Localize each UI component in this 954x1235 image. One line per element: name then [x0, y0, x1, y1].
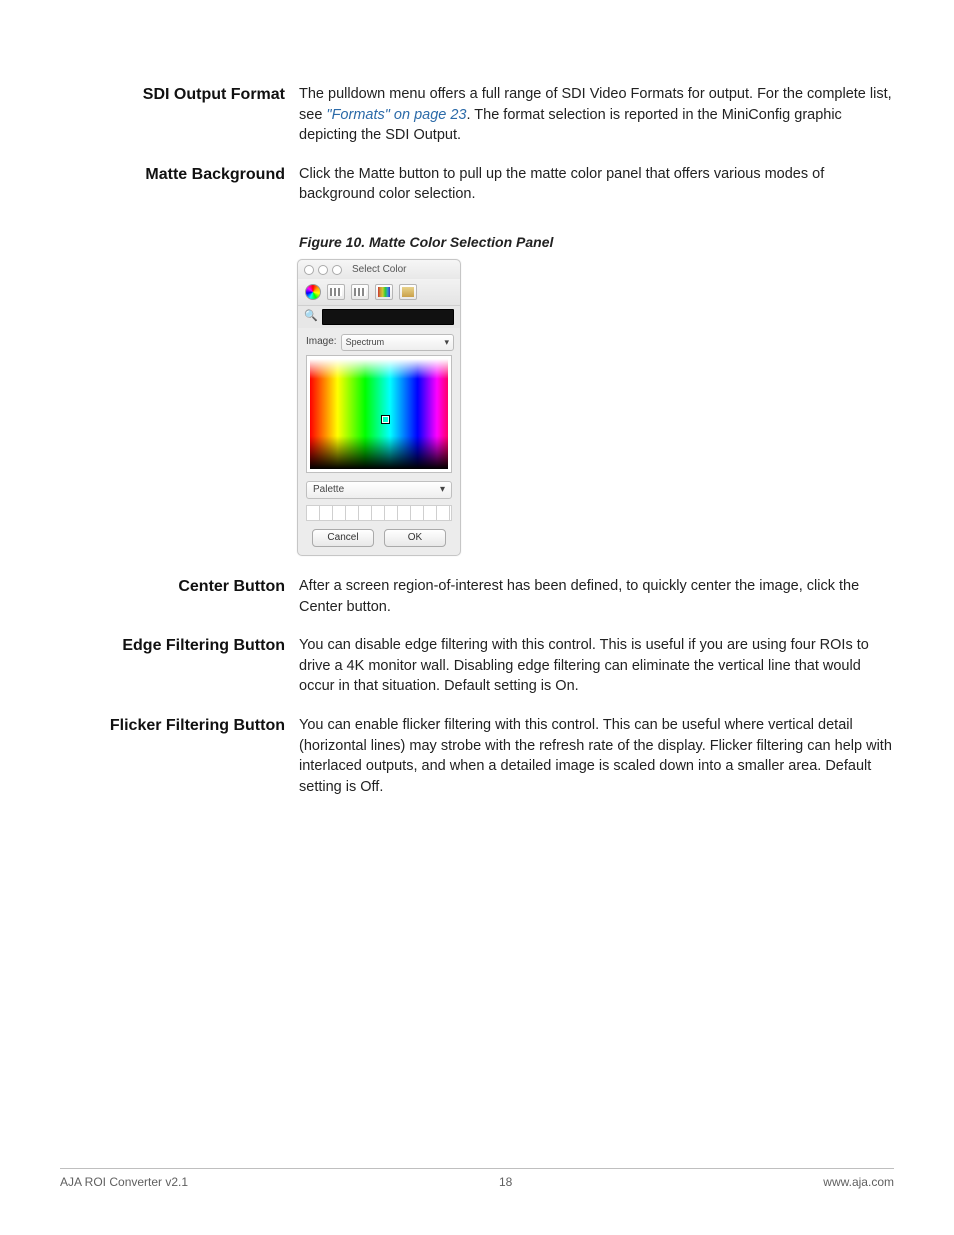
close-icon[interactable]: [304, 265, 314, 275]
image-select-value: Spectrum: [346, 336, 385, 349]
image-select[interactable]: Spectrum ▾: [341, 334, 454, 351]
chevron-down-icon: ▾: [440, 483, 445, 497]
figure-caption: Figure 10. Matte Color Selection Panel: [299, 233, 894, 253]
image-palettes-icon[interactable]: [375, 284, 393, 300]
image-label: Image:: [306, 335, 337, 349]
heading-matte-background: Matte Background: [60, 164, 299, 205]
body-sdi-output-format: The pulldown menu offers a full range of…: [299, 84, 894, 146]
ok-button[interactable]: OK: [384, 529, 446, 547]
heading-center-button: Center Button: [60, 576, 299, 617]
magnifier-icon[interactable]: 🔍: [304, 309, 318, 325]
body-edge-filtering: You can disable edge filtering with this…: [299, 635, 894, 697]
spectrum-picker[interactable]: [310, 359, 448, 469]
minimize-icon[interactable]: [318, 265, 328, 275]
footer-page-number: 18: [499, 1175, 512, 1189]
body-matte-background: Click the Matte button to pull up the ma…: [299, 164, 894, 205]
zoom-icon[interactable]: [332, 265, 342, 275]
body-flicker-filtering: You can enable flicker filtering with th…: [299, 715, 894, 797]
palette-label: Palette: [313, 483, 344, 497]
color-wheel-icon[interactable]: [305, 284, 321, 300]
color-preview-swatch: [322, 309, 454, 325]
link-formats-page-23[interactable]: "Formats" on page 23: [326, 107, 466, 123]
color-palettes-icon[interactable]: [351, 284, 369, 300]
crayons-icon[interactable]: [399, 284, 417, 300]
heading-edge-filtering: Edge Filtering Button: [60, 635, 299, 697]
palette-select[interactable]: Palette ▾: [306, 481, 452, 499]
cancel-button[interactable]: Cancel: [312, 529, 374, 547]
body-center-button: After a screen region-of-interest has be…: [299, 576, 894, 617]
palette-swatches[interactable]: [306, 505, 452, 521]
dialog-titlebar: Select Color: [298, 260, 460, 279]
footer-product: AJA ROI Converter v2.1: [60, 1175, 188, 1189]
spectrum-container: [306, 355, 452, 473]
chevron-updown-icon: ▾: [444, 336, 449, 349]
color-sliders-icon[interactable]: [327, 284, 345, 300]
color-picker-dialog: Select Color 🔍 Image: Spectrum: [297, 259, 461, 556]
dialog-title: Select Color: [352, 263, 406, 277]
footer-url: www.aja.com: [823, 1175, 894, 1189]
heading-sdi-output-format: SDI Output Format: [60, 84, 299, 146]
heading-flicker-filtering: Flicker Filtering Button: [60, 715, 299, 797]
